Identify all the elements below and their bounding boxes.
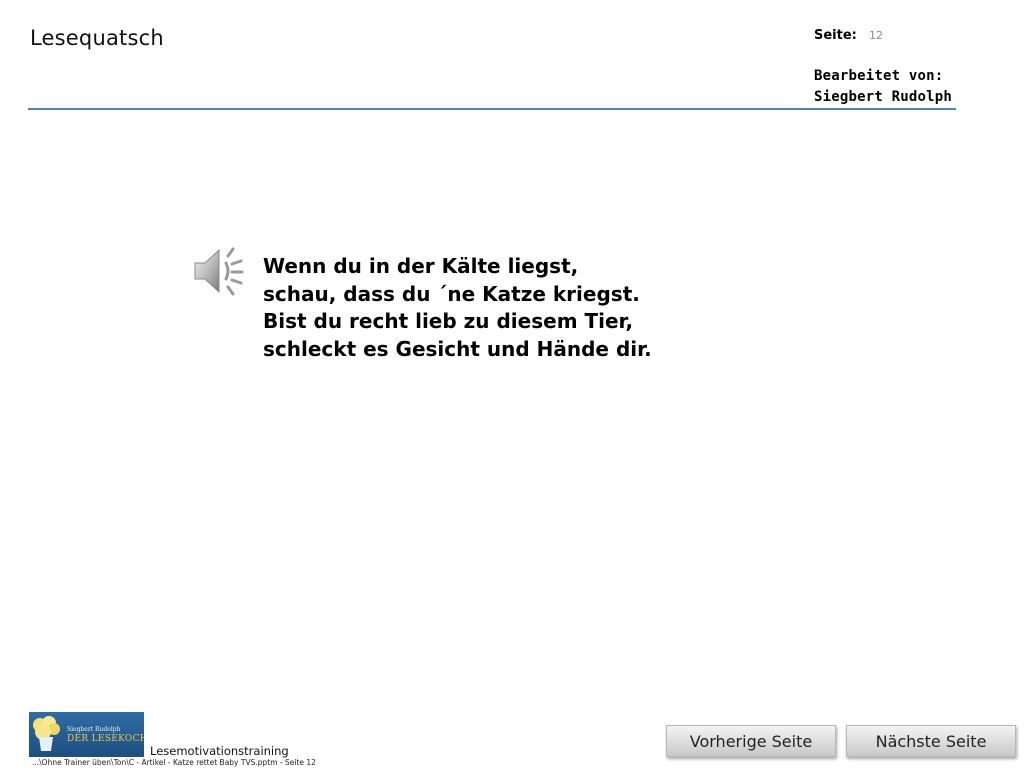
poem-line: Bist du recht lieb zu diesem Tier, <box>263 309 634 333</box>
editor-label: Bearbeitet von: <box>814 68 944 84</box>
poem-line: Wenn du in der Kälte liegst, <box>263 254 579 278</box>
footer-title: Lesemotivationstraining <box>150 744 289 758</box>
chef-hat-icon <box>33 716 60 751</box>
editor-name: Siegbert Rudolph <box>814 89 953 105</box>
page-title: Lesequatsch <box>30 26 164 50</box>
leserkoch-logo: Siegbert Rudolph DER LESEKOCH <box>29 712 144 757</box>
logo-author: Siegbert Rudolph <box>67 726 121 733</box>
footer-file-path: ...\Ohne Trainer üben\Ton\C - Artikel - … <box>32 758 316 767</box>
logo-brand: DER LESEKOCH <box>67 734 144 744</box>
speaker-icon[interactable] <box>192 244 248 298</box>
poem-text: Wenn du in der Kälte liegst, schau, dass… <box>263 253 652 363</box>
page-number: 12 <box>869 29 883 42</box>
page-label: Seite: <box>814 28 857 43</box>
next-page-button[interactable]: Nächste Seite <box>846 725 1016 757</box>
poem-line: schau, dass du ´ne Katze kriegst. <box>263 281 640 306</box>
poem-line: schleckt es Gesicht und Hände dir. <box>263 336 652 361</box>
header-divider <box>28 108 956 110</box>
editor-info: Bearbeitet von: Siegbert Rudolph <box>814 66 952 108</box>
previous-page-button[interactable]: Vorherige Seite <box>666 725 836 757</box>
